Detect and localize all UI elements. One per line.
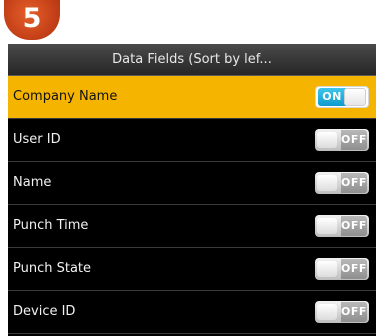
device-screen: Data Fields (Sort by lef... Company Name… xyxy=(8,44,376,336)
toggle-switch[interactable]: ON xyxy=(315,86,369,108)
toggle-switch[interactable]: OFF xyxy=(315,301,369,323)
toggle-state-text: OFF xyxy=(341,259,367,279)
field-row-company-name[interactable]: Company Name ON xyxy=(8,76,376,119)
toggle-state-text: OFF xyxy=(341,302,367,322)
toggle-state-text: ON xyxy=(318,88,346,106)
field-label: Company Name xyxy=(13,89,118,104)
field-row-user-id[interactable]: User ID OFF xyxy=(8,119,376,162)
toggle-switch[interactable]: OFF xyxy=(315,215,369,237)
toggle-knob xyxy=(317,304,337,320)
field-label: Name xyxy=(13,175,52,190)
toggle-knob xyxy=(317,261,337,277)
screen-title-bar: Data Fields (Sort by lef... xyxy=(8,44,376,76)
toggle-state-text: OFF xyxy=(341,130,367,150)
field-row-punch-time[interactable]: Punch Time OFF xyxy=(8,205,376,248)
toggle-knob xyxy=(344,88,366,106)
toggle-state-text: OFF xyxy=(341,216,367,236)
toggle-knob xyxy=(317,175,337,191)
field-row-device-id[interactable]: Device ID OFF xyxy=(8,291,376,334)
step-number-badge: 5 xyxy=(4,0,60,40)
field-row-name[interactable]: Name OFF xyxy=(8,162,376,205)
field-label: Punch Time xyxy=(13,218,89,233)
screen-title: Data Fields (Sort by lef... xyxy=(112,52,272,67)
toggle-knob xyxy=(317,218,337,234)
toggle-knob xyxy=(317,132,337,148)
toggle-switch[interactable]: OFF xyxy=(315,129,369,151)
screenshot-stage: 5 Data Fields (Sort by lef... Company Na… xyxy=(0,0,376,336)
toggle-switch[interactable]: OFF xyxy=(315,172,369,194)
field-row-punch-state[interactable]: Punch State OFF xyxy=(8,248,376,291)
field-label: Device ID xyxy=(13,304,76,319)
toggle-switch[interactable]: OFF xyxy=(315,258,369,280)
field-label: Punch State xyxy=(13,261,92,276)
field-label: User ID xyxy=(13,132,61,147)
toggle-state-text: OFF xyxy=(341,173,367,193)
